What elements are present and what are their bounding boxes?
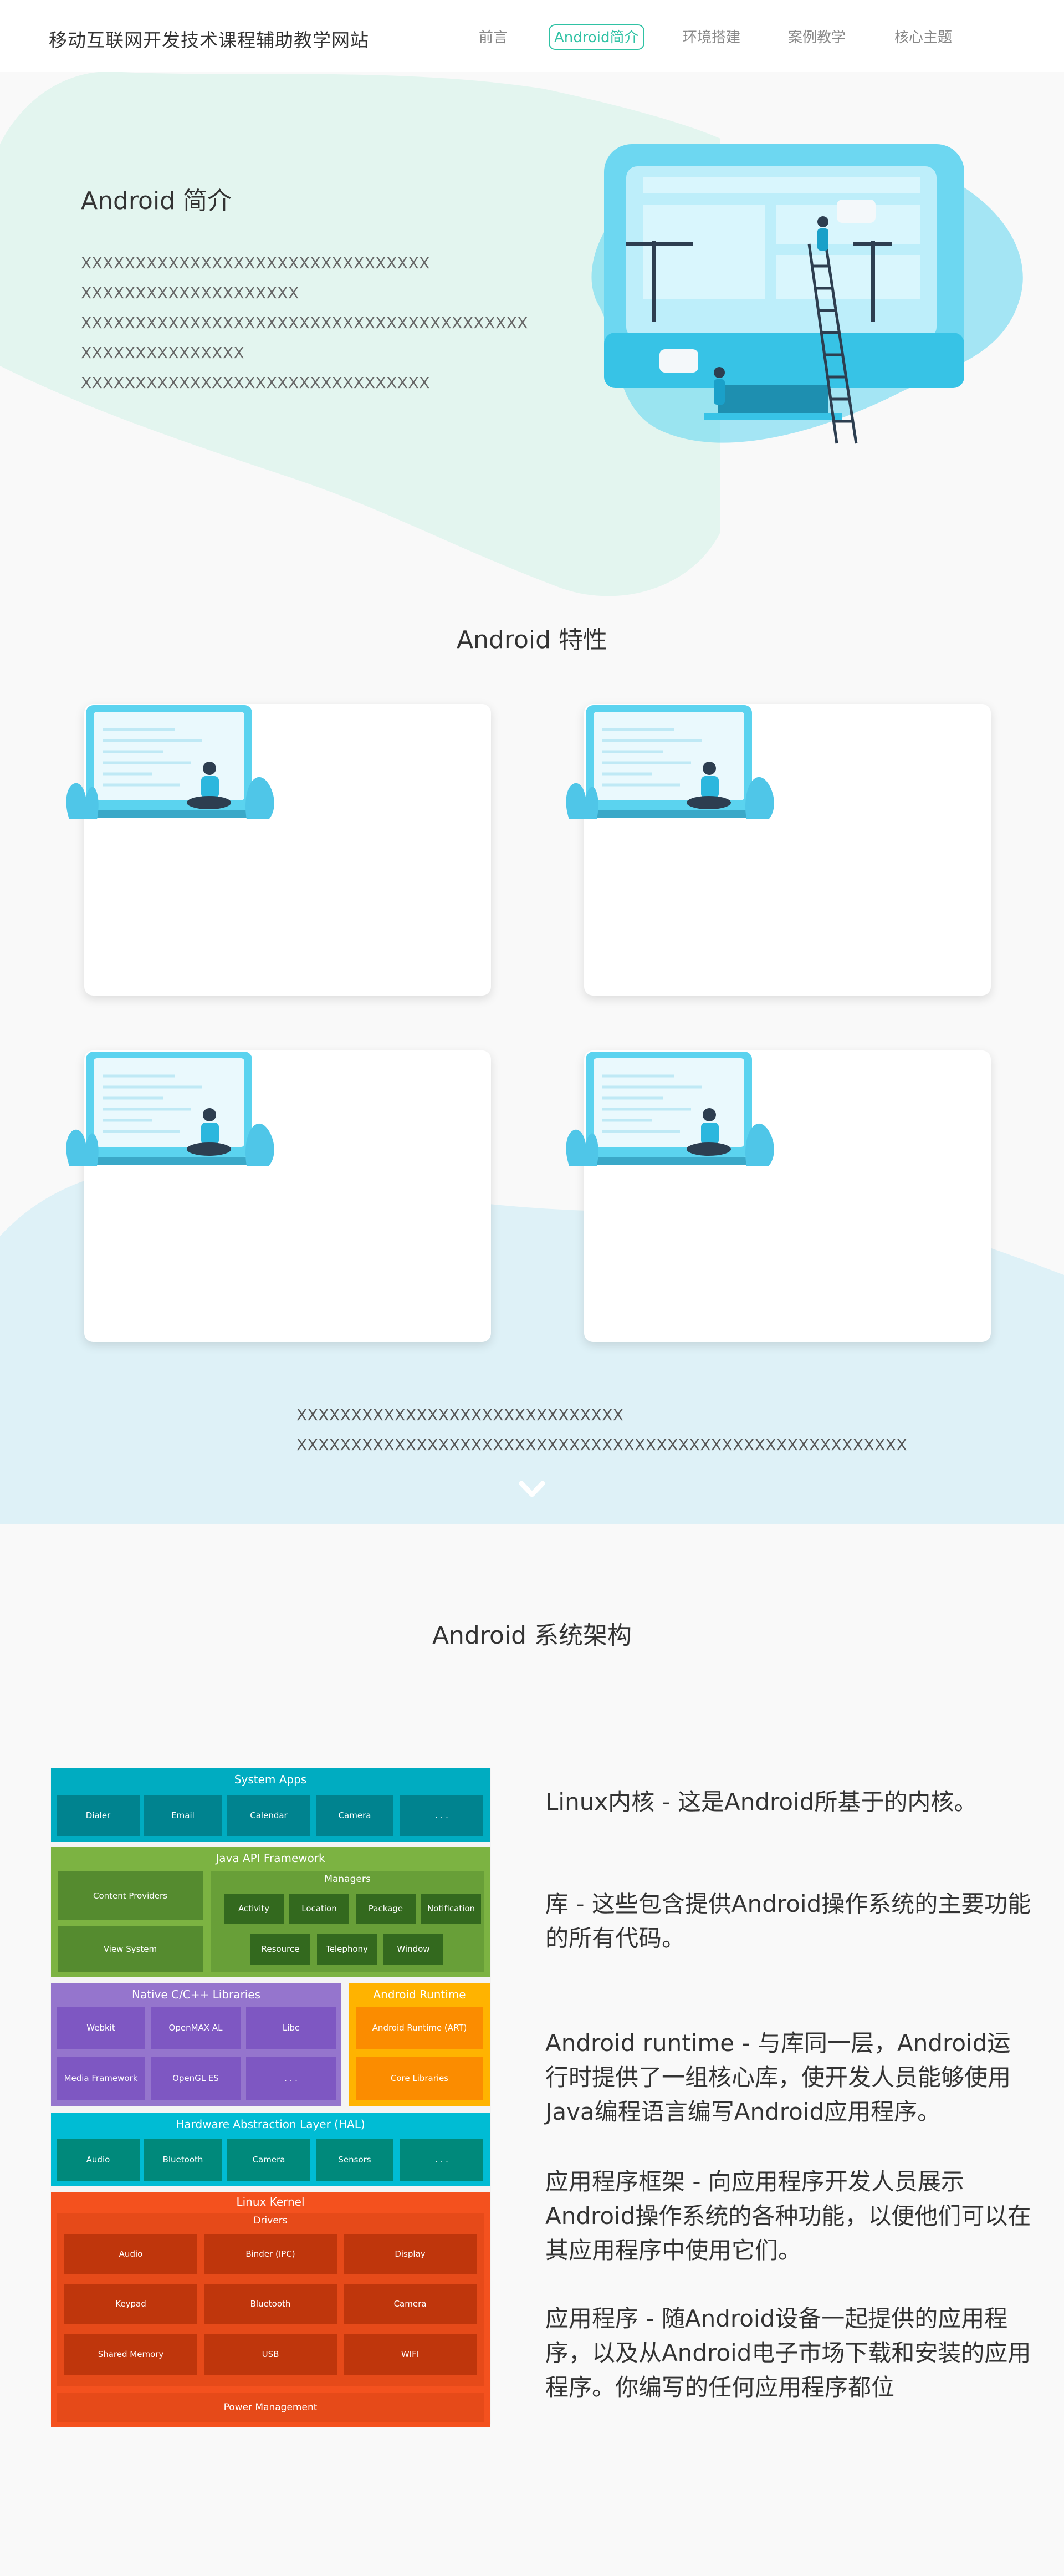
window-manager-cell: Window xyxy=(383,1934,443,1965)
hal-camera-cell: Camera xyxy=(227,2139,310,2181)
features-text-line: XXXXXXXXXXXXXXXXXXXXXXXXXXXXXXXXXXXXXXXX… xyxy=(296,1436,908,1454)
package-manager-cell: Package xyxy=(356,1894,416,1924)
core-libraries-cell: Core Libraries xyxy=(356,2057,483,2100)
arch-desc-kernel: Linux内核 - 这是Android所基于的内核。 xyxy=(545,1788,978,1815)
top-navbar: 移动互联网开发技术课程辅助教学网站 前言 Android简介 环境搭建 案例教学… xyxy=(0,0,1064,72)
card-illustration xyxy=(566,1052,774,1166)
app-cell-dialer: Dialer xyxy=(57,1795,140,1836)
nav-item-core-topics[interactable]: 核心主题 xyxy=(889,24,958,50)
resource-manager-cell: Resource xyxy=(250,1934,310,1965)
view-system-cell: View System xyxy=(58,1926,203,1972)
hal-more-cell: . . . xyxy=(400,2139,483,2181)
media-framework-cell: Media Framework xyxy=(57,2057,145,2100)
art-cell: Android Runtime (ART) xyxy=(356,2007,483,2049)
driver-bluetooth-cell: Bluetooth xyxy=(204,2284,337,2324)
drivers-title: Drivers xyxy=(253,2215,288,2226)
hero-text-line: XXXXXXXXXXXXXXXXXXXXXXXXXXXXXXXX xyxy=(81,254,430,272)
opengl-cell: OpenGL ES xyxy=(151,2057,241,2100)
hero-text-line: XXXXXXXXXXXXXXXXXXXXXXXXXXXXXXXX xyxy=(81,374,430,392)
java-api-layer: Java API Framework Content Providers Vie… xyxy=(51,1847,490,1977)
architecture-title: Android 系统架构 xyxy=(432,1621,632,1650)
power-management-cell: Power Management xyxy=(57,2393,484,2422)
hal-layer: Hardware Abstraction Layer (HAL) Audio B… xyxy=(51,2113,490,2186)
arch-desc-apps: 应用程序 - 随Android设备一起提供的应用程序，以及从Android电子市… xyxy=(545,2305,1031,2401)
hero-text-line: XXXXXXXXXXXXXXXXXXXXXXXXXXXXXXXXXXXXXXXX… xyxy=(81,314,528,332)
driver-shared-memory-cell: Shared Memory xyxy=(64,2334,197,2375)
native-libraries-layer: Native C/C++ Libraries Webkit OpenMAX AL… xyxy=(51,1983,341,2106)
managers-title: Managers xyxy=(324,1874,371,1885)
arch-desc-runtime: Android runtime - 与库同一层，Android运行时提供了一组核… xyxy=(545,2029,1011,2125)
arch-desc-libraries: 库 - 这些包含提供Android操作系统的主要功能的所有代码。 xyxy=(545,1890,1031,1952)
native-libraries-title: Native C/C++ Libraries xyxy=(131,1988,261,2001)
app-cell-more: . . . xyxy=(400,1795,483,1836)
hero-illustration xyxy=(591,144,1023,444)
telephony-manager-cell: Telephony xyxy=(317,1934,377,1965)
app-cell-calendar: Calendar xyxy=(227,1795,310,1836)
driver-wifi-cell: WIFI xyxy=(344,2334,477,2375)
card-illustration xyxy=(66,1052,274,1166)
activity-manager-cell: Activity xyxy=(224,1894,284,1924)
nav-item-preface[interactable]: 前言 xyxy=(473,24,513,50)
linux-kernel-title: Linux Kernel xyxy=(236,2195,305,2208)
webkit-cell: Webkit xyxy=(57,2007,145,2049)
notification-manager-cell: Notification xyxy=(421,1894,481,1924)
linux-kernel-layer: Linux Kernel Drivers Audio Binder (IPC) … xyxy=(51,2192,490,2427)
nav-item-android-intro[interactable]: Android简介 xyxy=(549,24,644,50)
hero-text-line: XXXXXXXXXXXXXXXXXXXX xyxy=(81,284,299,302)
driver-keypad-cell: Keypad xyxy=(64,2284,197,2324)
hal-title: Hardware Abstraction Layer (HAL) xyxy=(176,2118,365,2131)
location-manager-cell: Location xyxy=(289,1894,349,1924)
driver-usb-cell: USB xyxy=(204,2334,337,2375)
hal-bluetooth-cell: Bluetooth xyxy=(144,2139,222,2181)
java-api-title: Java API Framework xyxy=(216,1851,325,1865)
driver-audio-cell: Audio xyxy=(64,2234,197,2274)
features-text-line: XXXXXXXXXXXXXXXXXXXXXXXXXXXXXX xyxy=(296,1406,624,1424)
features-title: Android 特性 xyxy=(456,626,608,654)
arch-desc-framework: 应用程序框架 - 向应用程序开发人员展示Android操作系统的各种功能，以便他… xyxy=(545,2168,1031,2264)
libc-cell: Libc xyxy=(246,2007,336,2049)
nav-item-case-teaching[interactable]: 案例教学 xyxy=(782,24,851,50)
system-apps-layer: System Apps Dialer Email Calendar Camera… xyxy=(51,1768,490,1842)
features-text: XXXXXXXXXXXXXXXXXXXXXXXXXXXXXX XXXXXXXXX… xyxy=(296,1400,907,1460)
hero-text-line: XXXXXXXXXXXXXXX xyxy=(81,344,245,362)
driver-display-cell: Display xyxy=(344,2234,477,2274)
chevron-down-icon[interactable] xyxy=(518,1479,546,1501)
hal-audio-cell: Audio xyxy=(57,2139,140,2181)
native-more-cell: . . . xyxy=(246,2057,336,2100)
hal-sensors-cell: Sensors xyxy=(316,2139,393,2181)
android-runtime-layer: Android Runtime Android Runtime (ART) Co… xyxy=(349,1983,490,2106)
system-apps-title: System Apps xyxy=(234,1773,307,1786)
drivers-group: Drivers Audio Binder (IPC) Display Keypa… xyxy=(57,2213,484,2386)
content-providers-cell: Content Providers xyxy=(58,1871,203,1920)
hero-text: XXXXXXXXXXXXXXXXXXXXXXXXXXXXXXXX XXXXXXX… xyxy=(81,248,528,398)
architecture-diagram: System Apps Dialer Email Calendar Camera… xyxy=(50,1768,491,2427)
driver-camera-cell: Camera xyxy=(344,2284,477,2324)
card-illustration xyxy=(66,705,274,819)
android-runtime-title: Android Runtime xyxy=(373,1988,466,2001)
managers-group: Managers Activity Location Package Notif… xyxy=(211,1871,484,1972)
card-illustration xyxy=(566,705,774,819)
driver-binder-cell: Binder (IPC) xyxy=(204,2234,337,2274)
site-title[interactable]: 移动互联网开发技术课程辅助教学网站 xyxy=(49,25,369,52)
app-cell-camera: Camera xyxy=(316,1795,393,1836)
openmax-cell: OpenMAX AL xyxy=(151,2007,241,2049)
nav-item-environment-setup[interactable]: 环境搭建 xyxy=(677,24,746,50)
app-cell-email: Email xyxy=(144,1795,222,1836)
hero-title: Android 简介 xyxy=(81,187,232,215)
